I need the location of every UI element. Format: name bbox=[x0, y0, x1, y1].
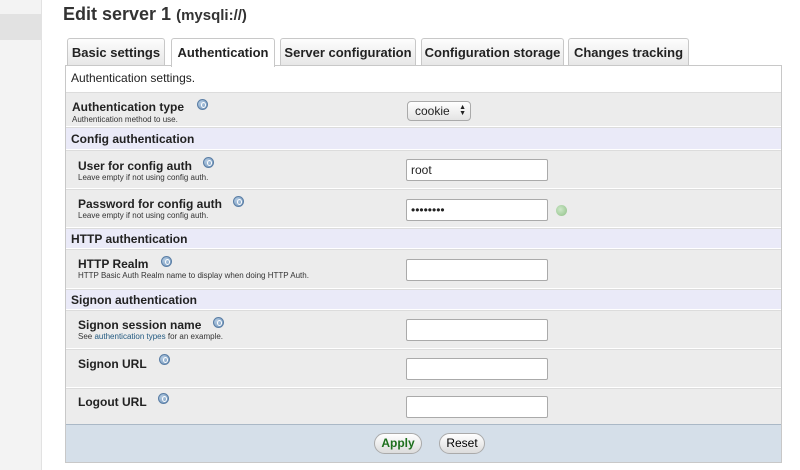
tab-server-configuration[interactable]: Server configuration bbox=[280, 38, 416, 66]
select-arrows-icon: ▲ ▼ bbox=[459, 104, 466, 117]
config-password-row: Password for config auth Leave empty if … bbox=[66, 189, 781, 227]
http-realm-description: HTTP Basic Auth Realm name to display wh… bbox=[78, 271, 309, 280]
config-user-description: Leave empty if not using config auth. bbox=[78, 173, 209, 182]
auth-type-select[interactable]: cookie ▲ ▼ bbox=[407, 101, 471, 121]
help-icon[interactable] bbox=[161, 256, 172, 267]
help-icon[interactable] bbox=[203, 157, 214, 168]
help-icon[interactable] bbox=[159, 354, 170, 365]
page-subtitle: (mysqli://) bbox=[176, 7, 247, 24]
signon-url-label: Signon URL bbox=[78, 357, 147, 371]
signon-session-input[interactable] bbox=[406, 319, 548, 341]
page-title: Edit server 1 (mysqli://) bbox=[63, 4, 247, 25]
auth-type-label: Authentication type bbox=[72, 100, 185, 114]
apply-button[interactable]: Apply bbox=[374, 433, 422, 454]
tab-configuration-storage[interactable]: Configuration storage bbox=[421, 38, 564, 66]
section-config-authentication: Config authentication bbox=[66, 127, 781, 149]
page-title-text: Edit server 1 bbox=[63, 4, 172, 24]
help-icon[interactable] bbox=[213, 317, 224, 328]
signon-session-row: Signon session name See authentication t… bbox=[66, 310, 781, 348]
section-signon-authentication: Signon authentication bbox=[66, 289, 781, 309]
config-password-description: Leave empty if not using config auth. bbox=[78, 211, 209, 220]
config-user-row: User for config auth Leave empty if not … bbox=[66, 150, 781, 188]
config-user-input[interactable] bbox=[406, 159, 548, 181]
config-password-label: Password for config auth bbox=[78, 197, 223, 211]
signon-url-input[interactable] bbox=[406, 358, 548, 380]
left-gutter bbox=[0, 0, 42, 470]
signon-desc-prefix: See bbox=[78, 332, 93, 341]
intro-text: Authentication settings. bbox=[71, 71, 196, 85]
signon-desc-suffix: for an example. bbox=[167, 332, 224, 341]
logout-url-label: Logout URL bbox=[78, 395, 147, 409]
tab-changes-tracking[interactable]: Changes tracking bbox=[568, 38, 689, 66]
http-realm-input[interactable] bbox=[406, 259, 548, 281]
logout-url-row: Logout URL bbox=[66, 388, 781, 424]
http-realm-row: HTTP Realm HTTP Basic Auth Realm name to… bbox=[66, 249, 781, 288]
settings-panel: Authentication settings. Authentication … bbox=[65, 65, 782, 463]
tab-authentication[interactable]: Authentication bbox=[171, 38, 275, 67]
tab-basic-settings[interactable]: Basic settings bbox=[67, 38, 165, 66]
auth-type-description: Authentication method to use. bbox=[72, 115, 178, 124]
signon-session-label: Signon session name bbox=[78, 318, 202, 332]
reset-button[interactable]: Reset bbox=[439, 433, 485, 454]
form-footer: Apply Reset bbox=[66, 424, 781, 462]
logout-url-input[interactable] bbox=[406, 396, 548, 418]
authentication-types-link[interactable]: authentication types bbox=[94, 332, 165, 341]
http-realm-label: HTTP Realm bbox=[78, 257, 149, 271]
signon-url-row: Signon URL bbox=[66, 349, 781, 387]
signon-session-description: See authentication types for an example. bbox=[78, 332, 223, 341]
config-user-label: User for config auth bbox=[78, 159, 193, 173]
help-icon[interactable] bbox=[197, 99, 208, 110]
left-gutter-band bbox=[0, 14, 42, 40]
config-password-input[interactable] bbox=[406, 199, 548, 221]
restore-default-icon[interactable] bbox=[556, 205, 567, 216]
section-http-authentication: HTTP authentication bbox=[66, 228, 781, 248]
help-icon[interactable] bbox=[233, 196, 244, 207]
help-icon[interactable] bbox=[158, 393, 169, 404]
auth-type-row: Authentication type Authentication metho… bbox=[66, 92, 781, 126]
auth-type-value: cookie bbox=[415, 104, 450, 118]
